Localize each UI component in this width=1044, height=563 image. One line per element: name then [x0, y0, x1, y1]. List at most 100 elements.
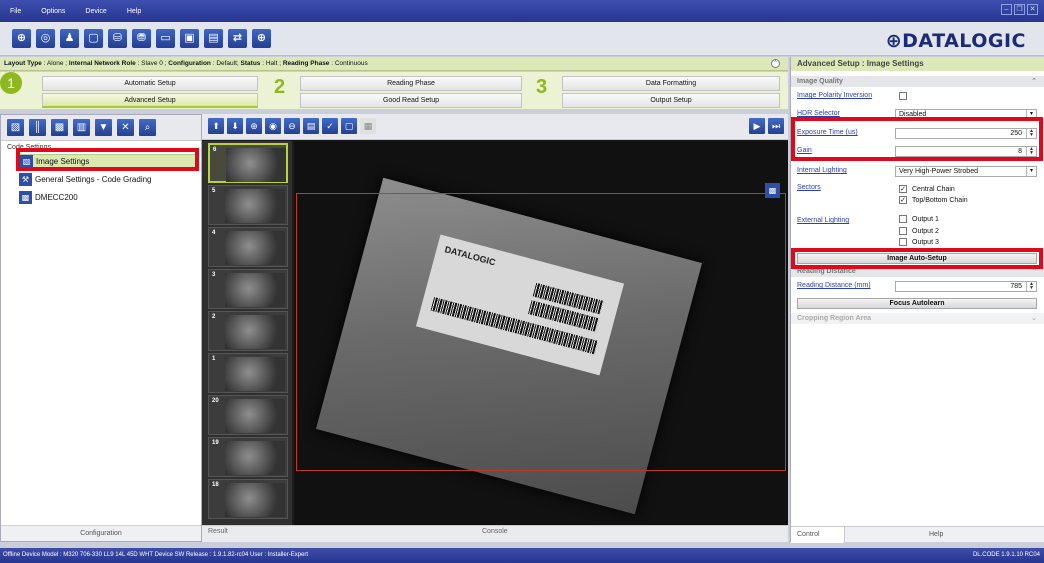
datalogic-logo: ⊕DATALOGIC: [885, 30, 1026, 52]
external-output-1-checkbox[interactable]: Output 1: [899, 215, 939, 223]
exposure-time-input[interactable]: 250 ▲ ▼: [895, 128, 1037, 139]
thumbnail[interactable]: 4: [208, 227, 288, 267]
section-reading-distance[interactable]: Reading Distance ⌃: [791, 266, 1044, 277]
sector-top-bottom-checkbox[interactable]: ✓ Top/Bottom Chain: [899, 196, 968, 204]
tree-item-dmecc200[interactable]: ▩ DMECC200: [19, 190, 78, 205]
close-icon[interactable]: ✕: [1027, 4, 1038, 15]
thumbnail[interactable]: 6: [208, 143, 288, 183]
collapse-steps-icon[interactable]: ⌃: [771, 59, 780, 68]
menu-help[interactable]: Help: [127, 8, 141, 15]
io-icon[interactable]: ⇄: [228, 29, 247, 48]
tree-item-image-settings[interactable]: ▧ Image Settings: [19, 154, 197, 169]
tree-item-label: DMECC200: [35, 193, 78, 202]
datamatrix-icon: ▩: [19, 191, 32, 204]
tab-result[interactable]: Result: [208, 528, 228, 535]
focus-autolearn-button[interactable]: Focus Autolearn: [797, 298, 1037, 309]
advanced-setup-panel: Advanced Setup : Image Settings Image Qu…: [790, 57, 1044, 543]
hdr-selector-dropdown[interactable]: Disabled ▾: [895, 109, 1037, 120]
hdr-selector-label[interactable]: HDR Selector: [797, 110, 840, 117]
good-read-setup-button[interactable]: Good Read Setup: [300, 93, 522, 108]
restore-icon[interactable]: ❐: [1014, 4, 1025, 15]
reading-phase-button[interactable]: Reading Phase: [300, 76, 522, 91]
menu-file[interactable]: File: [10, 8, 21, 15]
thumbnail[interactable]: 2: [208, 311, 288, 351]
thumbnail[interactable]: 5: [208, 185, 288, 225]
tree-item-general-settings[interactable]: ⚒ General Settings - Code Grading: [19, 172, 152, 187]
automatic-setup-button[interactable]: Automatic Setup: [42, 76, 258, 91]
grid-icon[interactable]: ▦: [360, 118, 376, 134]
tab-control[interactable]: Control: [791, 527, 845, 543]
section-cropping-region[interactable]: Cropping Region Area ⌄: [791, 313, 1044, 324]
tree-item-label: General Settings - Code Grading: [35, 175, 152, 184]
tab-help[interactable]: Help: [929, 527, 943, 543]
filter-icon[interactable]: ▼: [95, 119, 112, 136]
delete-icon[interactable]: ✕: [117, 119, 134, 136]
panel-title: Advanced Setup : Image Settings: [791, 57, 1044, 71]
barcode-icon[interactable]: ║: [29, 119, 46, 136]
viewer-toolbar: ⬆ ⬇ ⊕ ◉ ⊖ ▤ ✓ ▢ ▦ ▶ ⏭: [202, 114, 788, 140]
internal-lighting-dropdown[interactable]: Very High-Power Strobed ▾: [895, 166, 1037, 177]
tree-root-code-settings[interactable]: Code Settings: [7, 144, 51, 151]
save-image-icon[interactable]: ▤: [303, 118, 319, 134]
save-to-device-icon[interactable]: ⛁: [108, 29, 127, 48]
statistics-icon[interactable]: ▤: [204, 29, 223, 48]
sectors-label[interactable]: Sectors: [797, 184, 821, 191]
open-icon[interactable]: ▢: [84, 29, 103, 48]
gain-label[interactable]: Gain: [797, 147, 812, 154]
image-thumbnail-strip: 6 5 4 3 2 1 20 19 18: [202, 141, 292, 525]
thumbnail[interactable]: 18: [208, 479, 288, 519]
data-formatting-button[interactable]: Data Formatting: [562, 76, 780, 91]
zoom-out-icon[interactable]: ⊖: [284, 118, 300, 134]
2d-code-icon[interactable]: ▩: [51, 119, 68, 136]
thumbnail[interactable]: 3: [208, 269, 288, 309]
minimize-icon[interactable]: –: [1001, 4, 1012, 15]
tab-console[interactable]: Console: [482, 528, 508, 535]
menu-options[interactable]: Options: [41, 8, 65, 15]
zoom-in-icon[interactable]: ⊕: [246, 118, 262, 134]
menu-device[interactable]: Device: [85, 8, 106, 15]
datamatrix-icon[interactable]: ▩: [765, 183, 780, 198]
external-output-3-checkbox[interactable]: Output 3: [899, 238, 939, 246]
zoom-code-icon[interactable]: ⌕: [139, 119, 156, 136]
gain-input[interactable]: 8 ▲ ▼: [895, 146, 1037, 157]
monitor-icon[interactable]: ▭: [156, 29, 175, 48]
advanced-setup-button[interactable]: Advanced Setup: [42, 93, 258, 108]
arrow-down-icon[interactable]: ⬇: [227, 118, 243, 134]
section-image-quality[interactable]: Image Quality ⌃: [791, 76, 1044, 87]
device-icon[interactable]: ♟: [60, 29, 79, 48]
roi-icon[interactable]: ▢: [341, 118, 357, 134]
reading-distance-label[interactable]: Reading Distance (mm): [797, 282, 871, 289]
image-viewer-panel: ⬆ ⬇ ⊕ ◉ ⊖ ▤ ✓ ▢ ▦ ▶ ⏭ 6 5 4 3 2 1 20 19 …: [202, 114, 788, 542]
play-icon[interactable]: ▶: [749, 118, 765, 134]
connect-icon[interactable]: ⊕: [12, 29, 31, 48]
thumbnail[interactable]: 19: [208, 437, 288, 477]
internal-lighting-label[interactable]: Internal Lighting: [797, 167, 847, 174]
image-polarity-checkbox[interactable]: [899, 92, 912, 100]
configuration-toolbar: ▧ ║ ▩ ▥ ▼ ✕ ⌕: [1, 115, 201, 141]
step-forward-icon[interactable]: ⏭: [768, 118, 784, 134]
check-image-icon[interactable]: ✓: [322, 118, 338, 134]
sector-central-chain-checkbox[interactable]: ✓ Central Chain: [899, 185, 955, 193]
menu-bar: File Options Device Help – ❐ ✕: [0, 0, 1044, 22]
target-icon[interactable]: ⊕: [252, 29, 271, 48]
image-polarity-label[interactable]: Image Polarity Inversion: [797, 92, 872, 99]
exposure-time-label[interactable]: Exposure Time (us): [797, 129, 858, 136]
thumbnail[interactable]: 1: [208, 353, 288, 393]
region-of-interest[interactable]: [296, 193, 786, 471]
captured-image-view[interactable]: DATALOGIC ▩: [294, 141, 788, 525]
status-info-bar: Layout Type : Alone ; Internal Network R…: [0, 57, 788, 71]
postal-code-icon[interactable]: ▥: [73, 119, 90, 136]
arrow-up-icon[interactable]: ⬆: [208, 118, 224, 134]
spinner-icon: ▲ ▼: [1026, 147, 1036, 156]
save-config-icon[interactable]: ⛃: [132, 29, 151, 48]
add-image-icon[interactable]: ▧: [7, 119, 24, 136]
output-setup-button[interactable]: Output Setup: [562, 93, 780, 108]
reading-distance-input[interactable]: 785 ▲ ▼: [895, 281, 1037, 292]
external-output-2-checkbox[interactable]: Output 2: [899, 227, 939, 235]
thumbnail[interactable]: 20: [208, 395, 288, 435]
disconnect-icon[interactable]: ◎: [36, 29, 55, 48]
image-auto-setup-button[interactable]: Image Auto-Setup: [797, 253, 1037, 264]
external-lighting-label[interactable]: External Lighting: [797, 217, 849, 224]
zoom-fit-icon[interactable]: ◉: [265, 118, 281, 134]
capture-icon[interactable]: ▣: [180, 29, 199, 48]
